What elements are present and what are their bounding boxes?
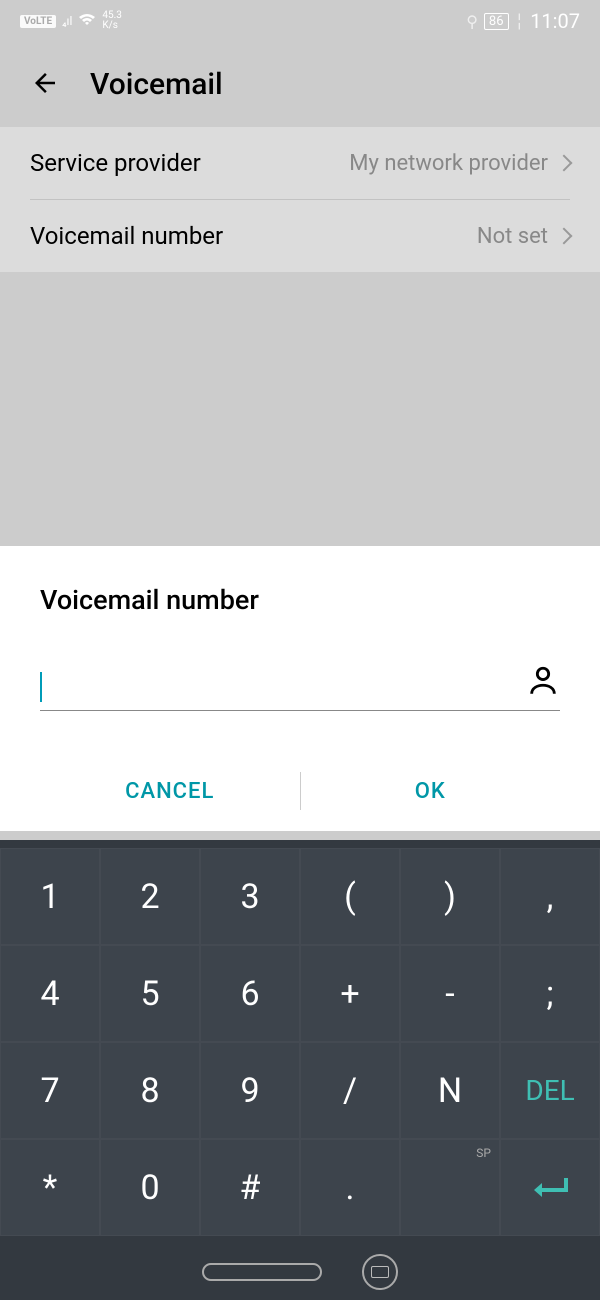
app-header: Voicemail xyxy=(0,42,600,127)
key-7[interactable]: 7 xyxy=(0,1042,100,1139)
input-row xyxy=(40,664,560,711)
key-star[interactable]: * xyxy=(0,1139,100,1236)
chevron-right-icon xyxy=(556,155,573,172)
key-hash[interactable]: # xyxy=(200,1139,300,1236)
key-2[interactable]: 2 xyxy=(100,848,200,945)
setting-value: Not set xyxy=(477,224,548,249)
setting-label: Service provider xyxy=(30,149,201,177)
back-icon[interactable] xyxy=(30,68,60,102)
ok-button[interactable]: OK xyxy=(301,779,561,804)
key-5[interactable]: 5 xyxy=(100,945,200,1042)
status-left: VoLTE ₄ıl 45.3 K/s xyxy=(20,11,122,31)
chevron-right-icon xyxy=(556,228,573,245)
key-1[interactable]: 1 xyxy=(0,848,100,945)
settings-list: Service provider My network provider Voi… xyxy=(0,127,600,272)
key-dot[interactable]: . xyxy=(300,1139,400,1236)
status-bar: VoLTE ₄ıl 45.3 K/s ⚲ 86 ╎ 11:07 xyxy=(0,0,600,42)
volte-badge: VoLTE xyxy=(20,15,56,28)
key-9[interactable]: 9 xyxy=(200,1042,300,1139)
dialog-actions: CANCEL OK xyxy=(40,751,560,831)
key-enter[interactable] xyxy=(500,1139,600,1236)
key-paren-open[interactable]: ( xyxy=(300,848,400,945)
voicemail-number-row[interactable]: Voicemail number Not set xyxy=(0,200,600,272)
voicemail-number-dialog: Voicemail number CANCEL OK xyxy=(0,546,600,831)
service-provider-row[interactable]: Service provider My network provider xyxy=(0,127,600,199)
key-4[interactable]: 4 xyxy=(0,945,100,1042)
bluetooth-icon: ⚲ xyxy=(466,12,478,31)
setting-value: My network provider xyxy=(349,151,548,176)
voicemail-number-input[interactable] xyxy=(42,672,526,702)
dialog-title: Voicemail number xyxy=(40,584,560,616)
key-semicolon[interactable]: ; xyxy=(500,945,600,1042)
key-slash[interactable]: / xyxy=(300,1042,400,1139)
key-space[interactable]: SP xyxy=(400,1139,500,1236)
clock: 11:07 xyxy=(530,9,580,33)
key-paren-close[interactable]: ) xyxy=(400,848,500,945)
cancel-button[interactable]: CANCEL xyxy=(40,779,300,804)
network-speed: 45.3 K/s xyxy=(102,11,122,31)
home-button[interactable] xyxy=(202,1263,322,1281)
key-3[interactable]: 3 xyxy=(200,848,300,945)
page-title: Voicemail xyxy=(90,67,223,102)
contact-icon[interactable] xyxy=(526,664,560,702)
key-n[interactable]: N xyxy=(400,1042,500,1139)
key-0[interactable]: 0 xyxy=(100,1139,200,1236)
key-8[interactable]: 8 xyxy=(100,1042,200,1139)
key-plus[interactable]: + xyxy=(300,945,400,1042)
key-6[interactable]: 6 xyxy=(200,945,300,1042)
status-right: ⚲ 86 ╎ 11:07 xyxy=(466,9,580,33)
nav-bar xyxy=(0,1244,600,1300)
key-minus[interactable]: - xyxy=(400,945,500,1042)
wifi-icon xyxy=(78,12,96,31)
setting-label: Voicemail number xyxy=(30,222,223,250)
battery-icon: 86 xyxy=(484,13,509,30)
signal-icon: ₄ıl xyxy=(62,14,72,28)
keyboard-toggle-icon[interactable] xyxy=(362,1254,398,1290)
numeric-keyboard: 1 2 3 ( ) , 4 5 6 + - ; 7 8 9 / N DEL * … xyxy=(0,840,600,1300)
key-comma[interactable]: , xyxy=(500,848,600,945)
key-delete[interactable]: DEL xyxy=(500,1042,600,1139)
